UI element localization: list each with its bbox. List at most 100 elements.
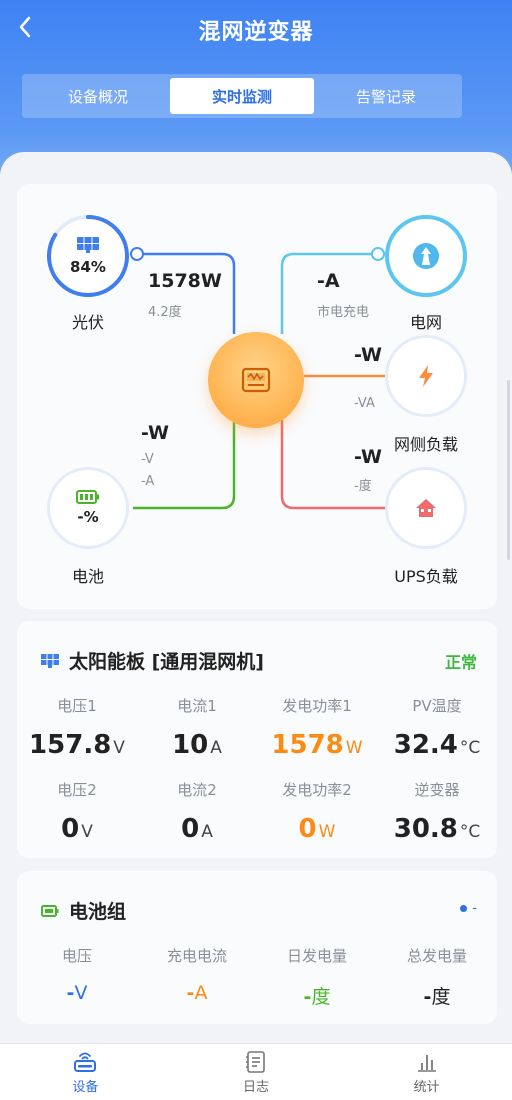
battery-icon — [41, 904, 59, 917]
solar-panel-icon — [77, 237, 99, 253]
metric-pv-temperature: PV温度 32.4 °C — [377, 695, 497, 760]
metric-label: PV温度 — [412, 697, 462, 715]
tab-bar: 设备概况 实时监测 告警记录 — [22, 74, 462, 118]
grid-flow-line — [280, 252, 377, 334]
solar-card-title: 太阳能板 [通用混网机] — [69, 651, 264, 673]
metric-value: 30.8 °C — [393, 814, 481, 844]
ups-load-label: UPS负载 — [394, 567, 458, 586]
metric-voltage-2: 电压2 0V — [17, 779, 137, 844]
solar-panel-icon — [41, 653, 59, 668]
nav-log[interactable]: 日志 — [171, 1044, 342, 1100]
page-title: 混网逆变器 — [198, 20, 314, 45]
bar-chart-icon — [417, 1054, 436, 1072]
battery-metric-charge-current: 充电电流 -A — [137, 945, 257, 1009]
metric-label: 充电电流 — [166, 947, 227, 965]
nav-device-label: 设备 — [72, 1079, 99, 1095]
power-tower-icon — [413, 243, 439, 269]
grid-current: -A — [317, 270, 340, 292]
inverter-node[interactable] — [208, 332, 304, 428]
metric-value: 32.4 °C — [393, 730, 481, 760]
ups-load-energy: -度 — [354, 479, 372, 494]
tab-device-overview[interactable]: 设备概况 — [26, 78, 170, 114]
metric-value: -度 — [423, 986, 451, 1008]
grid-load-node[interactable] — [385, 335, 467, 417]
metric-value: -A — [186, 982, 208, 1004]
metric-label: 电压1 — [57, 697, 97, 715]
metric-label: 发电功率1 — [282, 697, 352, 715]
pv-label: 光伏 — [71, 313, 104, 332]
solar-card-header: 太阳能板 [通用混网机] — [41, 647, 264, 674]
metric-label: 电流2 — [177, 781, 217, 799]
metric-label: 总发电量 — [406, 947, 467, 965]
indicator-dot — [460, 905, 468, 912]
pv-percent: 84% — [70, 258, 106, 276]
inverter-icon — [241, 367, 271, 393]
solar-row-1: 电压1 157.8 V 电流1 10 A 发电功率1 1578 W PV温度 32.4… — [17, 695, 497, 760]
battery-power: -W — [141, 422, 169, 444]
metric-value: 0V — [61, 814, 93, 844]
log-icon — [246, 1050, 265, 1073]
pv-node[interactable]: 84% — [47, 215, 129, 297]
metric-label: 电流1 — [177, 697, 217, 715]
metric-value: 1578 W — [271, 730, 363, 760]
metric-inverter-temperature: 逆变器 30.8 °C — [377, 779, 497, 844]
metric-label: 逆变器 — [414, 781, 460, 799]
energy-flow-card: 84% 光伏 1578W 4.2度 电网 -A 市电充电 网侧负载 -W -VA — [17, 184, 497, 609]
metric-value: 157.8 V — [29, 730, 125, 760]
metric-value: -度 — [303, 986, 331, 1008]
grid-connector — [371, 247, 385, 261]
nav-stats-label: 统计 — [413, 1079, 440, 1095]
pv-energy: 4.2度 — [148, 305, 182, 320]
solar-panel-card: 太阳能板 [通用混网机] 正常 电压1 157.8 V 电流1 10 A 发电功率1… — [17, 621, 497, 858]
battery-indicator: - — [460, 901, 477, 916]
metric-current-2: 电流2 0A — [137, 779, 257, 844]
battery-metric-daily-generation: 日发电量 -度 — [257, 945, 377, 1009]
battery-icon — [76, 490, 99, 504]
metric-label: 发电功率2 — [282, 781, 352, 799]
scrollbar[interactable] — [507, 380, 510, 560]
indicator-text: - — [472, 901, 477, 916]
pv-flow-line — [139, 252, 236, 334]
metric-value: 0A — [181, 814, 213, 844]
metric-voltage-1: 电压1 157.8 V — [17, 695, 137, 760]
house-icon — [416, 499, 436, 517]
metric-value: -V — [66, 982, 88, 1004]
battery-card-header: 电池组 — [41, 897, 126, 924]
metric-value: 0W — [298, 814, 336, 844]
grid-load-label: 网侧负载 — [393, 435, 458, 454]
battery-node[interactable]: -% — [47, 467, 129, 549]
grid-node[interactable] — [385, 215, 467, 297]
ups-load-power: -W — [354, 446, 382, 468]
pv-connector — [130, 247, 144, 261]
metric-power-2: 发电功率2 0W — [257, 779, 377, 844]
lightning-icon — [419, 365, 433, 387]
nav-stats[interactable]: 统计 — [341, 1044, 512, 1100]
battery-card-title: 电池组 — [69, 901, 127, 923]
tab-alarm-records[interactable]: 告警记录 — [314, 78, 458, 114]
battery-voltage: -V — [141, 452, 154, 467]
grid-label: 电网 — [409, 313, 442, 332]
ups-load-node[interactable] — [385, 467, 467, 549]
battery-current: -A — [141, 474, 155, 489]
battery-label: 电池 — [71, 567, 104, 586]
battery-metrics-row: 电压 -V 充电电流 -A 日发电量 -度 总发电量 -度 — [17, 945, 497, 1009]
metric-value: 10 A — [172, 730, 222, 760]
solar-row-2: 电压2 0V 电流2 0A 发电功率2 0W 逆变器 30.8 °C — [17, 779, 497, 844]
metric-label: 电压2 — [57, 781, 97, 799]
battery-group-card: 电池组 - 电压 -V 充电电流 -A 日发电量 -度 总发电量 -度 — [17, 871, 497, 1024]
grid-load-apparent: -VA — [354, 396, 375, 411]
bottom-nav: 设备 日志 统计 — [0, 1043, 512, 1100]
battery-percent: -% — [77, 508, 99, 526]
nav-device[interactable]: 设备 — [0, 1044, 171, 1100]
metric-power-1: 发电功率1 1578 W — [257, 695, 377, 760]
grid-load-power: -W — [354, 344, 382, 366]
grid-status-note: 市电充电 — [317, 305, 370, 320]
router-icon — [74, 1052, 97, 1072]
battery-metric-total-generation: 总发电量 -度 — [377, 945, 497, 1009]
pv-power: 1578W — [148, 270, 222, 292]
nav-log-label: 日志 — [243, 1079, 270, 1095]
tab-realtime-monitor[interactable]: 实时监测 — [170, 78, 314, 114]
battery-metric-voltage: 电压 -V — [17, 945, 137, 1009]
metric-label: 日发电量 — [286, 947, 347, 965]
status-badge: 正常 — [444, 653, 477, 672]
